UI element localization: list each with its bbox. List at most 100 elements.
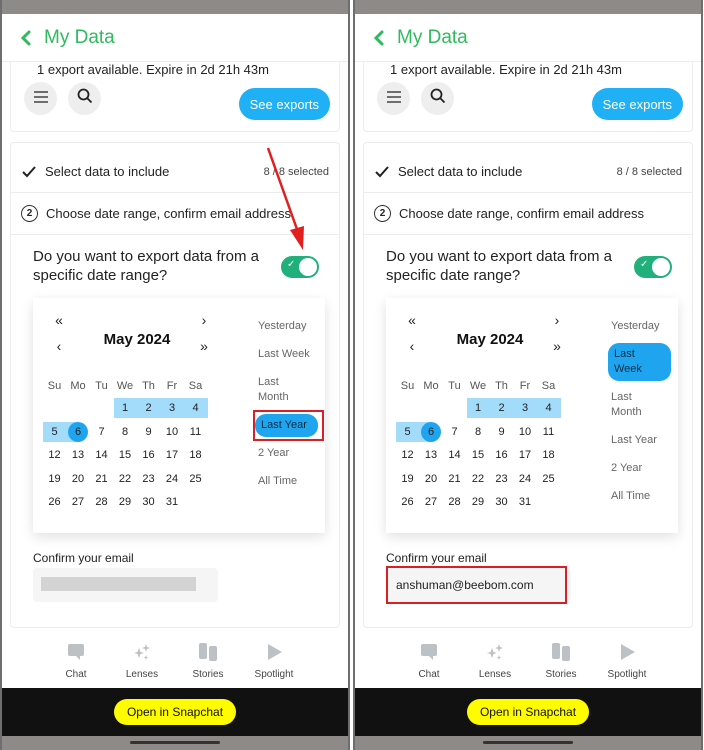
back-chevron-icon[interactable] bbox=[367, 26, 391, 50]
calendar-day[interactable]: 16 bbox=[137, 445, 160, 465]
calendar-day[interactable]: 18 bbox=[537, 445, 560, 465]
open-in-snapchat-button[interactable]: Open in Snapchat bbox=[113, 699, 237, 725]
calendar-day[interactable]: 21 bbox=[443, 469, 466, 489]
nav-lenses[interactable]: Lenses bbox=[109, 628, 175, 688]
calendar-day[interactable]: 4 bbox=[537, 398, 560, 418]
calendar-day[interactable]: 19 bbox=[396, 469, 419, 489]
calendar-day[interactable]: 5 bbox=[396, 422, 419, 442]
calendar-day[interactable]: 29 bbox=[114, 492, 137, 512]
calendar-day[interactable]: 13 bbox=[420, 445, 443, 465]
search-button[interactable] bbox=[68, 82, 101, 115]
nav-chat[interactable]: Chat bbox=[396, 628, 462, 688]
see-exports-button[interactable]: See exports bbox=[238, 88, 330, 120]
calendar-day-selected[interactable]: 6 bbox=[67, 422, 90, 442]
calendar-day[interactable]: 20 bbox=[67, 469, 90, 489]
date-range-toggle[interactable]: ✓ bbox=[634, 256, 672, 278]
calendar-day[interactable]: 10 bbox=[514, 422, 537, 442]
preset-last-week[interactable]: Last Week bbox=[608, 343, 671, 381]
calendar-day[interactable]: 12 bbox=[396, 445, 419, 465]
calendar-day[interactable]: 17 bbox=[161, 445, 184, 465]
step-date-range[interactable]: 2 Choose date range, confirm email addre… bbox=[364, 193, 692, 235]
calendar-day[interactable]: 18 bbox=[184, 445, 207, 465]
calendar-day[interactable]: 1 bbox=[114, 398, 137, 418]
calendar-day-selected[interactable]: 6 bbox=[420, 422, 443, 442]
prev-year-icon[interactable]: « bbox=[405, 312, 419, 328]
calendar-day[interactable]: 28 bbox=[90, 492, 113, 512]
calendar-day[interactable]: 19 bbox=[43, 469, 66, 489]
preset-yesterday[interactable]: Yesterday bbox=[608, 315, 678, 338]
home-indicator[interactable] bbox=[130, 741, 220, 744]
calendar-day[interactable]: 22 bbox=[114, 469, 137, 489]
nav-stories[interactable]: Stories bbox=[528, 628, 594, 688]
preset-2-year[interactable]: 2 Year bbox=[608, 457, 678, 480]
email-field[interactable] bbox=[33, 568, 218, 602]
calendar-day[interactable]: 23 bbox=[137, 469, 160, 489]
step-date-range[interactable]: 2 Choose date range, confirm email addre… bbox=[11, 193, 339, 235]
nav-spotlight[interactable]: Spotlight bbox=[241, 628, 307, 688]
calendar-day[interactable]: 10 bbox=[161, 422, 184, 442]
calendar-day[interactable]: 17 bbox=[514, 445, 537, 465]
calendar-day[interactable]: 2 bbox=[490, 398, 513, 418]
calendar-day[interactable]: 13 bbox=[67, 445, 90, 465]
calendar-day[interactable]: 29 bbox=[467, 492, 490, 512]
search-button[interactable] bbox=[421, 82, 454, 115]
calendar-day[interactable]: 12 bbox=[43, 445, 66, 465]
nav-spotlight[interactable]: Spotlight bbox=[594, 628, 660, 688]
step-select-data[interactable]: Select data to include 8 / 8 selected bbox=[364, 151, 692, 193]
calendar-day[interactable]: 30 bbox=[137, 492, 160, 512]
calendar-day[interactable]: 8 bbox=[114, 422, 137, 442]
nav-chat[interactable]: Chat bbox=[43, 628, 109, 688]
calendar-day[interactable]: 31 bbox=[161, 492, 184, 512]
calendar-day[interactable]: 28 bbox=[443, 492, 466, 512]
see-exports-button[interactable]: See exports bbox=[591, 88, 683, 120]
calendar-day[interactable]: 14 bbox=[90, 445, 113, 465]
calendar-day[interactable]: 14 bbox=[443, 445, 466, 465]
menu-button[interactable] bbox=[24, 82, 57, 115]
nav-stories[interactable]: Stories bbox=[175, 628, 241, 688]
calendar-day[interactable]: 27 bbox=[67, 492, 90, 512]
calendar-day[interactable]: 5 bbox=[43, 422, 66, 442]
calendar-day[interactable]: 2 bbox=[137, 398, 160, 418]
calendar-day[interactable]: 24 bbox=[514, 469, 537, 489]
prev-year-icon[interactable]: « bbox=[52, 312, 66, 328]
preset-last-month[interactable]: Last Month bbox=[255, 371, 305, 409]
calendar-day[interactable]: 23 bbox=[490, 469, 513, 489]
calendar-day[interactable]: 15 bbox=[114, 445, 137, 465]
preset-yesterday[interactable]: Yesterday bbox=[255, 315, 325, 338]
menu-button[interactable] bbox=[377, 82, 410, 115]
next-month-icon[interactable]: › bbox=[197, 312, 211, 328]
calendar-day[interactable]: 24 bbox=[161, 469, 184, 489]
calendar-day[interactable]: 20 bbox=[420, 469, 443, 489]
preset-2-year[interactable]: 2 Year bbox=[255, 442, 325, 465]
home-indicator[interactable] bbox=[483, 741, 573, 744]
back-chevron-icon[interactable] bbox=[14, 26, 38, 50]
calendar-day[interactable]: 3 bbox=[514, 398, 537, 418]
step-select-data[interactable]: Select data to include 8 / 8 selected bbox=[11, 151, 339, 193]
preset-all-time[interactable]: All Time bbox=[255, 470, 325, 493]
calendar-day[interactable]: 8 bbox=[467, 422, 490, 442]
calendar-day[interactable]: 31 bbox=[514, 492, 537, 512]
calendar-day[interactable]: 7 bbox=[443, 422, 466, 442]
calendar-day[interactable]: 25 bbox=[184, 469, 207, 489]
calendar-day[interactable]: 15 bbox=[467, 445, 490, 465]
calendar-day[interactable]: 21 bbox=[90, 469, 113, 489]
preset-all-time[interactable]: All Time bbox=[608, 485, 678, 508]
calendar-day[interactable]: 11 bbox=[184, 422, 207, 442]
calendar-day[interactable]: 25 bbox=[537, 469, 560, 489]
preset-last-week[interactable]: Last Week bbox=[255, 343, 325, 366]
calendar-day[interactable]: 22 bbox=[467, 469, 490, 489]
calendar-day[interactable]: 3 bbox=[161, 398, 184, 418]
calendar-day[interactable]: 16 bbox=[490, 445, 513, 465]
preset-last-year[interactable]: Last Year bbox=[608, 429, 678, 452]
calendar-day[interactable]: 11 bbox=[537, 422, 560, 442]
date-range-toggle[interactable]: ✓ bbox=[281, 256, 319, 278]
calendar-day[interactable]: 26 bbox=[43, 492, 66, 512]
open-in-snapchat-button[interactable]: Open in Snapchat bbox=[466, 699, 590, 725]
nav-lenses[interactable]: Lenses bbox=[462, 628, 528, 688]
calendar-day[interactable]: 9 bbox=[137, 422, 160, 442]
calendar-day[interactable]: 4 bbox=[184, 398, 207, 418]
next-month-icon[interactable]: › bbox=[550, 312, 564, 328]
calendar-day[interactable]: 7 bbox=[90, 422, 113, 442]
calendar-day[interactable]: 1 bbox=[467, 398, 490, 418]
calendar-day[interactable]: 26 bbox=[396, 492, 419, 512]
